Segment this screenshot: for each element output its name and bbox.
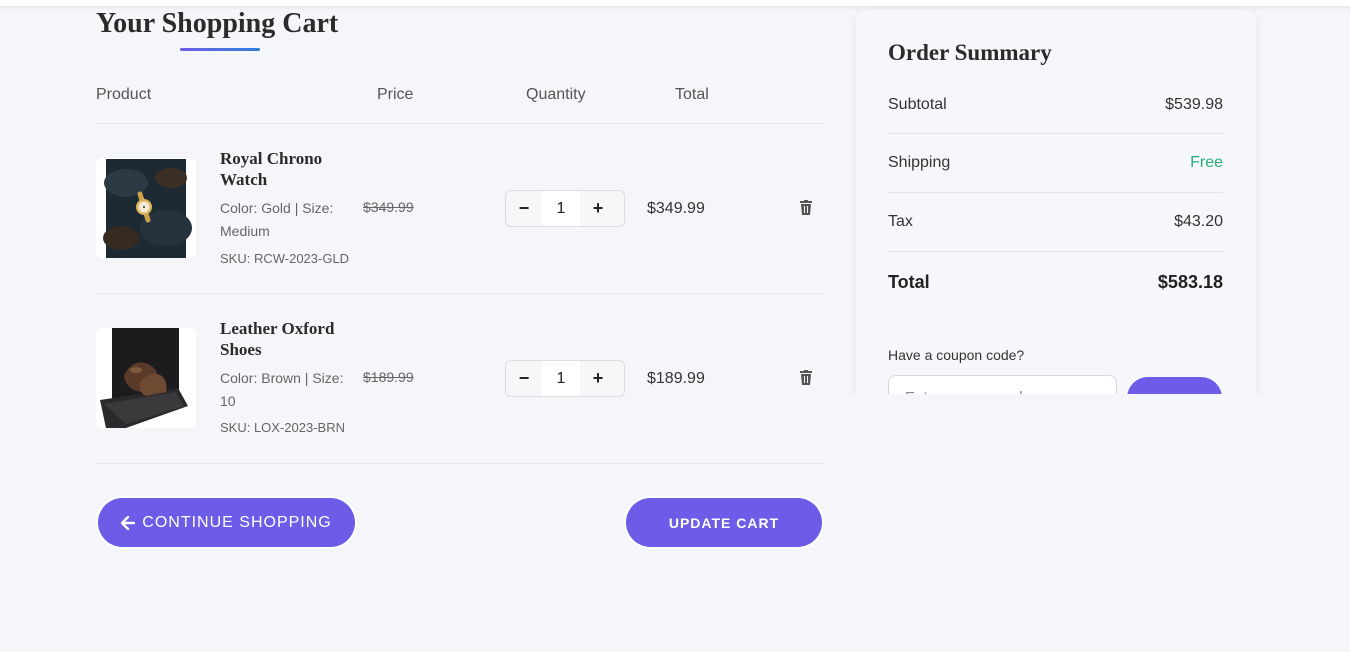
increase-quantity-button[interactable]: + [580, 191, 616, 226]
product-variant: Color: Brown | Size: 10 [220, 370, 344, 409]
trash-icon[interactable] [799, 370, 813, 386]
coupon-label: Have a coupon code? [888, 347, 1025, 363]
decrease-quantity-button[interactable]: − [506, 191, 542, 226]
summary-row-shipping: Shipping Free [888, 154, 1223, 172]
subtotal-value: $539.98 [1165, 96, 1223, 113]
total-value: $583.18 [1157, 272, 1223, 292]
product-sku: SKU: LOX-2023-BRN [220, 420, 345, 435]
subtotal-label: Subtotal [888, 96, 947, 113]
shoes-photo[interactable] [96, 328, 196, 428]
arrow-left-icon [121, 515, 136, 530]
decrease-quantity-button[interactable]: − [506, 361, 542, 396]
column-header-product: Product [96, 86, 152, 103]
order-summary-panel: Order Summary Subtotal $539.98 Shipping … [856, 10, 1256, 394]
product-variant: Color: Gold | Size: Medium [220, 200, 334, 239]
quantity-stepper: − 1 + [505, 190, 625, 227]
product-sku: SKU: RCW-2023-GLD [220, 251, 350, 266]
continue-shopping-label: CONTINUE SHOPPING [142, 513, 332, 531]
order-summary-title: Order Summary [888, 40, 1052, 65]
table-header-divider [96, 123, 824, 124]
summary-divider [888, 133, 1223, 134]
title-underline [180, 48, 260, 51]
line-total: $189.99 [647, 370, 705, 387]
total-label: Total [888, 272, 930, 292]
column-header-total: Total [675, 86, 709, 103]
shipping-label: Shipping [888, 154, 951, 171]
product-name[interactable]: Leather Oxford Shoes [220, 318, 360, 360]
summary-row-tax: Tax $43.20 [888, 213, 1223, 231]
shipping-value: Free [1190, 154, 1223, 171]
row-divider [96, 463, 824, 464]
apply-coupon-button[interactable]: APPLY [1127, 377, 1222, 394]
increase-quantity-button[interactable]: + [580, 361, 616, 396]
page-title: Your Shopping Cart [96, 8, 339, 39]
tax-value: $43.20 [1174, 213, 1223, 230]
summary-row-subtotal: Subtotal $539.98 [888, 96, 1223, 114]
quantity-input[interactable]: 1 [542, 191, 580, 226]
coupon-input[interactable] [888, 375, 1117, 394]
tax-label: Tax [888, 213, 913, 230]
quantity-stepper: − 1 + [505, 360, 625, 397]
summary-row-total: Total $583.18 [888, 272, 1223, 293]
continue-shopping-button[interactable]: CONTINUE SHOPPING [98, 498, 355, 547]
product-price: $189.99 [363, 369, 414, 385]
order-summary-viewport: Order Summary Subtotal $539.98 Shipping … [850, 0, 1270, 394]
summary-divider [888, 251, 1223, 252]
line-total: $349.99 [647, 200, 705, 217]
header-bar-edge [0, 0, 1350, 6]
trash-icon[interactable] [799, 200, 813, 216]
column-header-price: Price [377, 86, 414, 103]
watch-photo[interactable] [96, 158, 196, 258]
quantity-input[interactable]: 1 [542, 361, 580, 396]
row-divider [96, 293, 824, 294]
product-price: $349.99 [363, 199, 414, 215]
column-header-quantity: Quantity [526, 86, 586, 103]
update-cart-button[interactable]: UPDATE CART [626, 498, 822, 547]
product-name[interactable]: Royal Chrono Watch [220, 148, 360, 190]
summary-divider [888, 192, 1223, 193]
